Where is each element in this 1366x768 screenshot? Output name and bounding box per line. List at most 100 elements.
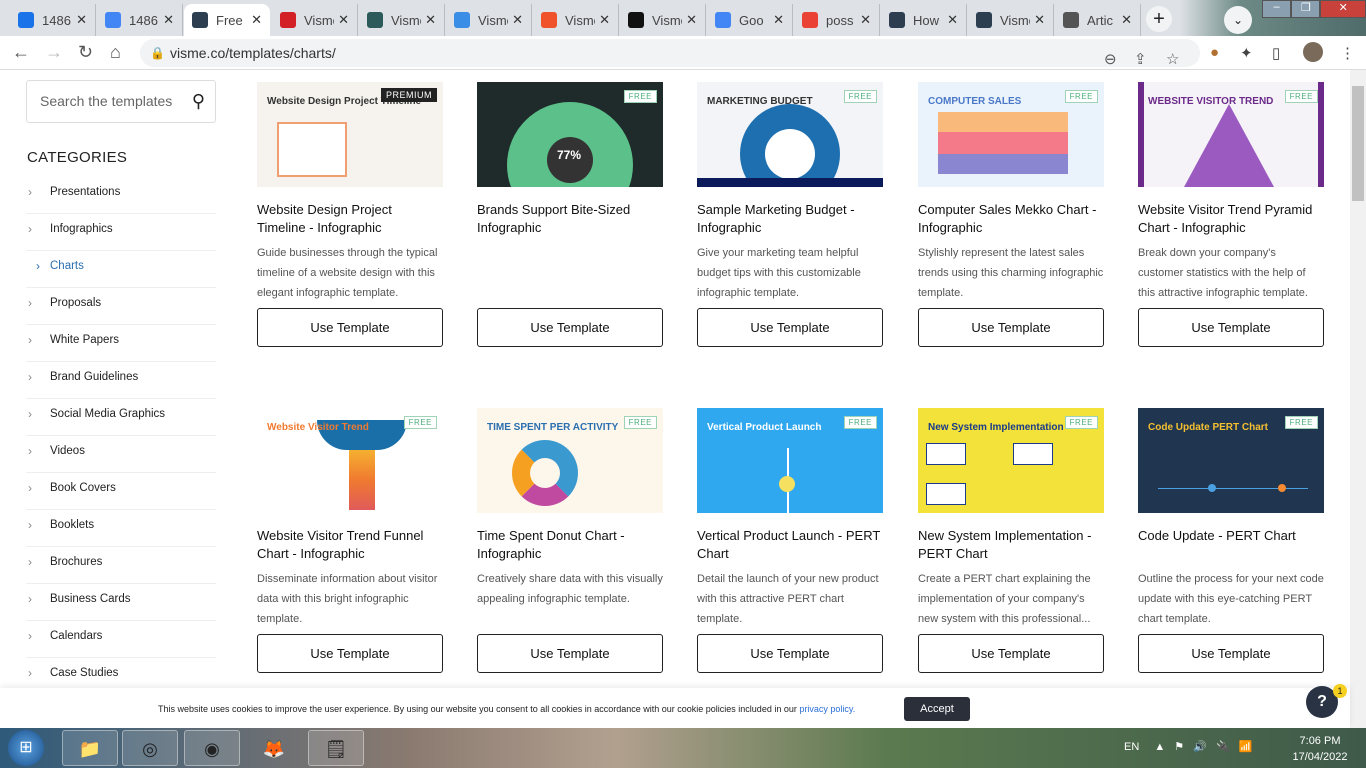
power-icon[interactable]: 🔌 [1216,741,1230,753]
sidebar-item-white-papers[interactable]: › White Papers [26,325,216,362]
browser-tab[interactable]: Free ✕ [184,4,270,36]
browser-tab[interactable]: Visme✕ [446,4,532,36]
reload-icon[interactable]: ↻ [78,42,93,63]
clock[interactable]: 7:06 PM 17/04/2022 [1280,733,1360,765]
browser-tab[interactable]: How ✕ [881,4,967,36]
template-title[interactable]: New System Implementation - PERT Chart [918,527,1104,569]
sidebar-item-social-media-graphics[interactable]: › Social Media Graphics [26,399,216,436]
close-tab-icon[interactable]: ✕ [773,12,784,28]
browser-tab[interactable]: Visme✕ [359,4,445,36]
close-window-button[interactable]: ✕ [1320,0,1366,18]
explorer-taskbar-icon[interactable]: 📁 [62,730,118,766]
close-tab-icon[interactable]: ✕ [1121,12,1132,28]
browser-tab[interactable]: Visme✕ [968,4,1054,36]
maximize-button[interactable]: ❐ [1291,0,1321,18]
network-icon[interactable]: 📶 [1239,741,1253,753]
volume-icon[interactable]: 🔊 [1193,741,1207,753]
extension-icon[interactable]: ● [1210,44,1219,61]
close-tab-icon[interactable]: ✕ [1034,12,1045,28]
template-title[interactable]: Website Visitor Trend Funnel Chart - Inf… [257,527,443,569]
template-title[interactable]: Code Update - PERT Chart [1138,527,1324,569]
template-thumbnail[interactable]: TIME SPENT PER ACTIVITY FREE [477,408,663,513]
use-template-button[interactable]: Use Template [477,308,663,347]
close-tab-icon[interactable]: ✕ [947,12,958,28]
browser-tab[interactable]: Visme✕ [620,4,706,36]
minimize-button[interactable]: – [1262,0,1292,18]
accept-cookies-button[interactable]: Accept [904,697,970,721]
template-thumbnail[interactable]: Code Update PERT Chart FREE [1138,408,1324,513]
sidebar-item-book-covers[interactable]: › Book Covers [26,473,216,510]
sidebar-item-videos[interactable]: › Videos [26,436,216,473]
close-tab-icon[interactable]: ✕ [425,12,436,28]
extensions-puzzle-icon[interactable]: ✦ [1240,44,1253,62]
sidebar-item-business-cards[interactable]: › Business Cards [26,584,216,621]
use-template-button[interactable]: Use Template [697,634,883,673]
profile-avatar[interactable] [1303,42,1323,62]
use-template-button[interactable]: Use Template [918,634,1104,673]
template-title[interactable]: Computer Sales Mekko Chart - Infographic [918,201,1104,243]
template-thumbnail[interactable]: MARKETING BUDGET FREE [697,82,883,187]
notes-taskbar-icon[interactable]: 🗒 [308,730,364,766]
use-template-button[interactable]: Use Template [257,308,443,347]
close-tab-icon[interactable]: ✕ [76,12,87,28]
template-thumbnail[interactable]: WEBSITE VISITOR TREND FREE [1138,82,1324,187]
use-template-button[interactable]: Use Template [257,634,443,673]
browser-tab[interactable]: Artic ✕ [1055,4,1141,36]
sidebar-item-infographics[interactable]: › Infographics [26,214,216,251]
scrollbar-thumb[interactable] [1352,86,1364,201]
sidebar-item-brand-guidelines[interactable]: › Brand Guidelines [26,362,216,399]
sidebar-item-charts[interactable]: › Charts [26,251,216,288]
close-tab-icon[interactable]: ✕ [686,12,697,28]
template-thumbnail[interactable]: Website Visitor Trend FREE [257,408,443,513]
template-title[interactable]: Vertical Product Launch - PERT Chart [697,527,883,569]
address-bar[interactable]: 🔒 visme.co/templates/charts/ ⊖ ⇪ ☆ [140,39,1200,68]
close-tab-icon[interactable]: ✕ [163,12,174,28]
tray-expand-icon[interactable]: ▲ [1154,741,1165,753]
chrome-taskbar-icon[interactable]: ◉ [184,730,240,766]
network-taskbar-icon[interactable]: ◎ [122,730,178,766]
browser-tab[interactable]: Goo ✕ [707,4,793,36]
browser-tab[interactable]: 1486 ✕ [10,4,96,36]
template-title[interactable]: Sample Marketing Budget - Infographic [697,201,883,243]
flag-icon[interactable]: ⚑ [1174,741,1184,753]
template-thumbnail[interactable]: 77% FREE [477,82,663,187]
home-icon[interactable]: ⌂ [110,42,121,63]
side-panel-icon[interactable]: ▯ [1272,44,1280,62]
template-title[interactable]: Time Spent Donut Chart - Infographic [477,527,663,569]
use-template-button[interactable]: Use Template [477,634,663,673]
sidebar-item-presentations[interactable]: › Presentations [26,177,216,214]
close-tab-icon[interactable]: ✕ [338,12,349,28]
browser-tab[interactable]: 1486 ✕ [97,4,183,36]
language-indicator[interactable]: EN [1124,741,1139,753]
start-button[interactable]: ⊞ [8,730,44,766]
search-icon[interactable]: ⚲ [192,81,205,122]
browser-tab[interactable]: Visme✕ [533,4,619,36]
privacy-policy-link[interactable]: privacy policy. [799,704,855,714]
use-template-button[interactable]: Use Template [918,308,1104,347]
template-title[interactable]: Website Design Project Timeline - Infogr… [257,201,443,243]
sidebar-item-calendars[interactable]: › Calendars [26,621,216,658]
close-tab-icon[interactable]: ✕ [599,12,610,28]
browser-tab[interactable]: Visme✕ [272,4,358,36]
menu-icon[interactable]: ⋮ [1340,44,1355,62]
template-search-input[interactable]: Search the templates ⚲ [26,80,216,123]
template-thumbnail[interactable]: Vertical Product Launch FREE [697,408,883,513]
sidebar-item-proposals[interactable]: › Proposals [26,288,216,325]
use-template-button[interactable]: Use Template [1138,634,1324,673]
sidebar-item-booklets[interactable]: › Booklets [26,510,216,547]
close-tab-icon[interactable]: ✕ [251,12,262,28]
scrollbar[interactable] [1350,70,1366,728]
tab-search-button[interactable]: ⌄ [1224,6,1252,34]
use-template-button[interactable]: Use Template [1138,308,1324,347]
back-icon[interactable]: ← [12,42,30,63]
sidebar-item-brochures[interactable]: › Brochures [26,547,216,584]
firefox-taskbar-icon[interactable]: 🦊 [246,730,302,766]
use-template-button[interactable]: Use Template [697,308,883,347]
template-thumbnail[interactable]: COMPUTER SALES FREE [918,82,1104,187]
close-tab-icon[interactable]: ✕ [512,12,523,28]
template-thumbnail[interactable]: Website Design Project Timeline PREMIUM [257,82,443,187]
new-tab-button[interactable]: + [1146,6,1172,32]
template-title[interactable]: Brands Support Bite-Sized Infographic [477,201,663,243]
browser-tab[interactable]: poss ✕ [794,4,880,36]
close-tab-icon[interactable]: ✕ [860,12,871,28]
